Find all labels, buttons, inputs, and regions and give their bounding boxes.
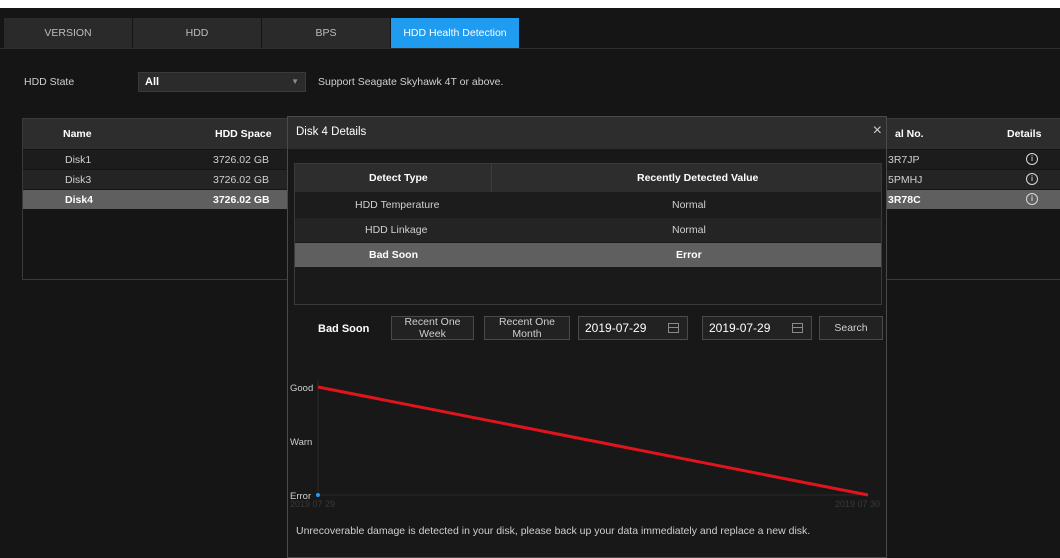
table-row[interactable]: HDD Temperature Normal	[295, 193, 881, 217]
calendar-icon[interactable]	[668, 323, 679, 333]
x-tick-label: 2019 07 29	[290, 499, 335, 509]
recent-one-week-button[interactable]: Recent One Week	[391, 316, 474, 340]
end-date-input[interactable]: 2019-07-29	[702, 316, 812, 340]
detect-table: Detect Type Recently Detected Value HDD …	[294, 163, 882, 305]
col-recent-value: Recently Detected Value	[637, 172, 759, 184]
tab-hdd[interactable]: HDD	[133, 18, 261, 48]
start-marker	[316, 493, 320, 497]
hdd-state-value: All	[145, 76, 160, 88]
search-button[interactable]: Search	[819, 316, 883, 340]
start-date-value: 2019-07-29	[585, 321, 647, 335]
hdd-state-label: HDD State	[24, 76, 75, 88]
bad-soon-label: Bad Soon	[318, 323, 370, 335]
detect-value: Normal	[672, 199, 706, 211]
series-lines	[317, 385, 869, 497]
column-divider	[491, 164, 492, 192]
x-tick-labels: 2019 07 29 2019 07 30	[290, 499, 880, 509]
disk-space: 3726.02 GB	[213, 174, 270, 186]
y-level-label-warn: Warn	[290, 437, 312, 448]
col-hdd-space: HDD Space	[215, 128, 272, 140]
disk-space: 3726.02 GB	[213, 154, 270, 166]
disk-space: 3726.02 GB	[213, 194, 270, 206]
hdd-app-window: VERSION HDD BPS HDD Health Detection HDD…	[0, 8, 1060, 558]
dialog-header: Disk 4 Details ×	[288, 117, 886, 149]
detect-type: Bad Soon	[369, 249, 418, 261]
detect-value: Error	[676, 249, 702, 261]
col-name: Name	[63, 128, 92, 140]
x-tick-label: 2019 07 30	[835, 499, 880, 509]
tab-hdd-health-detection[interactable]: HDD Health Detection	[391, 18, 519, 48]
tab-bps[interactable]: BPS	[262, 18, 390, 48]
support-note: Support Seagate Skyhawk 4T or above.	[318, 76, 504, 88]
disk-serial: 5PMHJ	[888, 174, 923, 186]
y-level-label-good: Good	[290, 383, 313, 394]
dialog-title: Disk 4 Details	[296, 126, 367, 138]
disk-name: Disk4	[65, 194, 94, 206]
disk-name: Disk1	[65, 154, 92, 166]
damage-warning-text: Unrecoverable damage is detected in your…	[296, 525, 811, 537]
detect-value: Normal	[672, 224, 706, 236]
disk-details-dialog: Disk 4 Details × Detect Type Recently De…	[287, 116, 887, 558]
col-details: Details	[1007, 128, 1042, 140]
recent-one-month-button[interactable]: Recent One Month	[484, 316, 570, 340]
info-icon[interactable]: i	[1026, 153, 1038, 165]
disk-name: Disk3	[65, 174, 92, 186]
info-icon[interactable]: i	[1026, 173, 1038, 185]
end-date-value: 2019-07-29	[709, 321, 771, 335]
table-row[interactable]: Bad Soon Error	[295, 243, 881, 267]
close-icon[interactable]: ×	[873, 122, 882, 140]
chevron-down-icon: ▼	[291, 77, 299, 86]
start-markers	[316, 493, 320, 497]
col-detect-type: Detect Type	[369, 172, 428, 184]
disk-serial: 3R7JP	[888, 154, 920, 166]
table-row[interactable]: HDD Linkage Normal	[295, 218, 881, 242]
series-line	[317, 385, 869, 497]
hdd-state-select[interactable]: All ▼	[138, 72, 306, 92]
disk-serial: 3R78C	[888, 194, 921, 206]
detect-type: HDD Linkage	[365, 224, 428, 236]
calendar-icon[interactable]	[792, 323, 803, 333]
tab-divider	[0, 48, 1060, 49]
start-date-input[interactable]: 2019-07-29	[578, 316, 688, 340]
info-icon[interactable]: i	[1026, 193, 1038, 205]
tab-bar: VERSION HDD BPS HDD Health Detection	[4, 18, 520, 48]
detect-table-header: Detect Type Recently Detected Value	[295, 164, 881, 192]
y-level-labels: ErrorWarnGood	[290, 383, 313, 502]
tab-version[interactable]: VERSION	[4, 18, 132, 48]
col-serial-no: al No.	[895, 128, 924, 140]
detect-type: HDD Temperature	[355, 199, 440, 211]
bad-soon-chart: ErrorWarnGood 2019 07 29 2019 07 30	[290, 379, 880, 509]
